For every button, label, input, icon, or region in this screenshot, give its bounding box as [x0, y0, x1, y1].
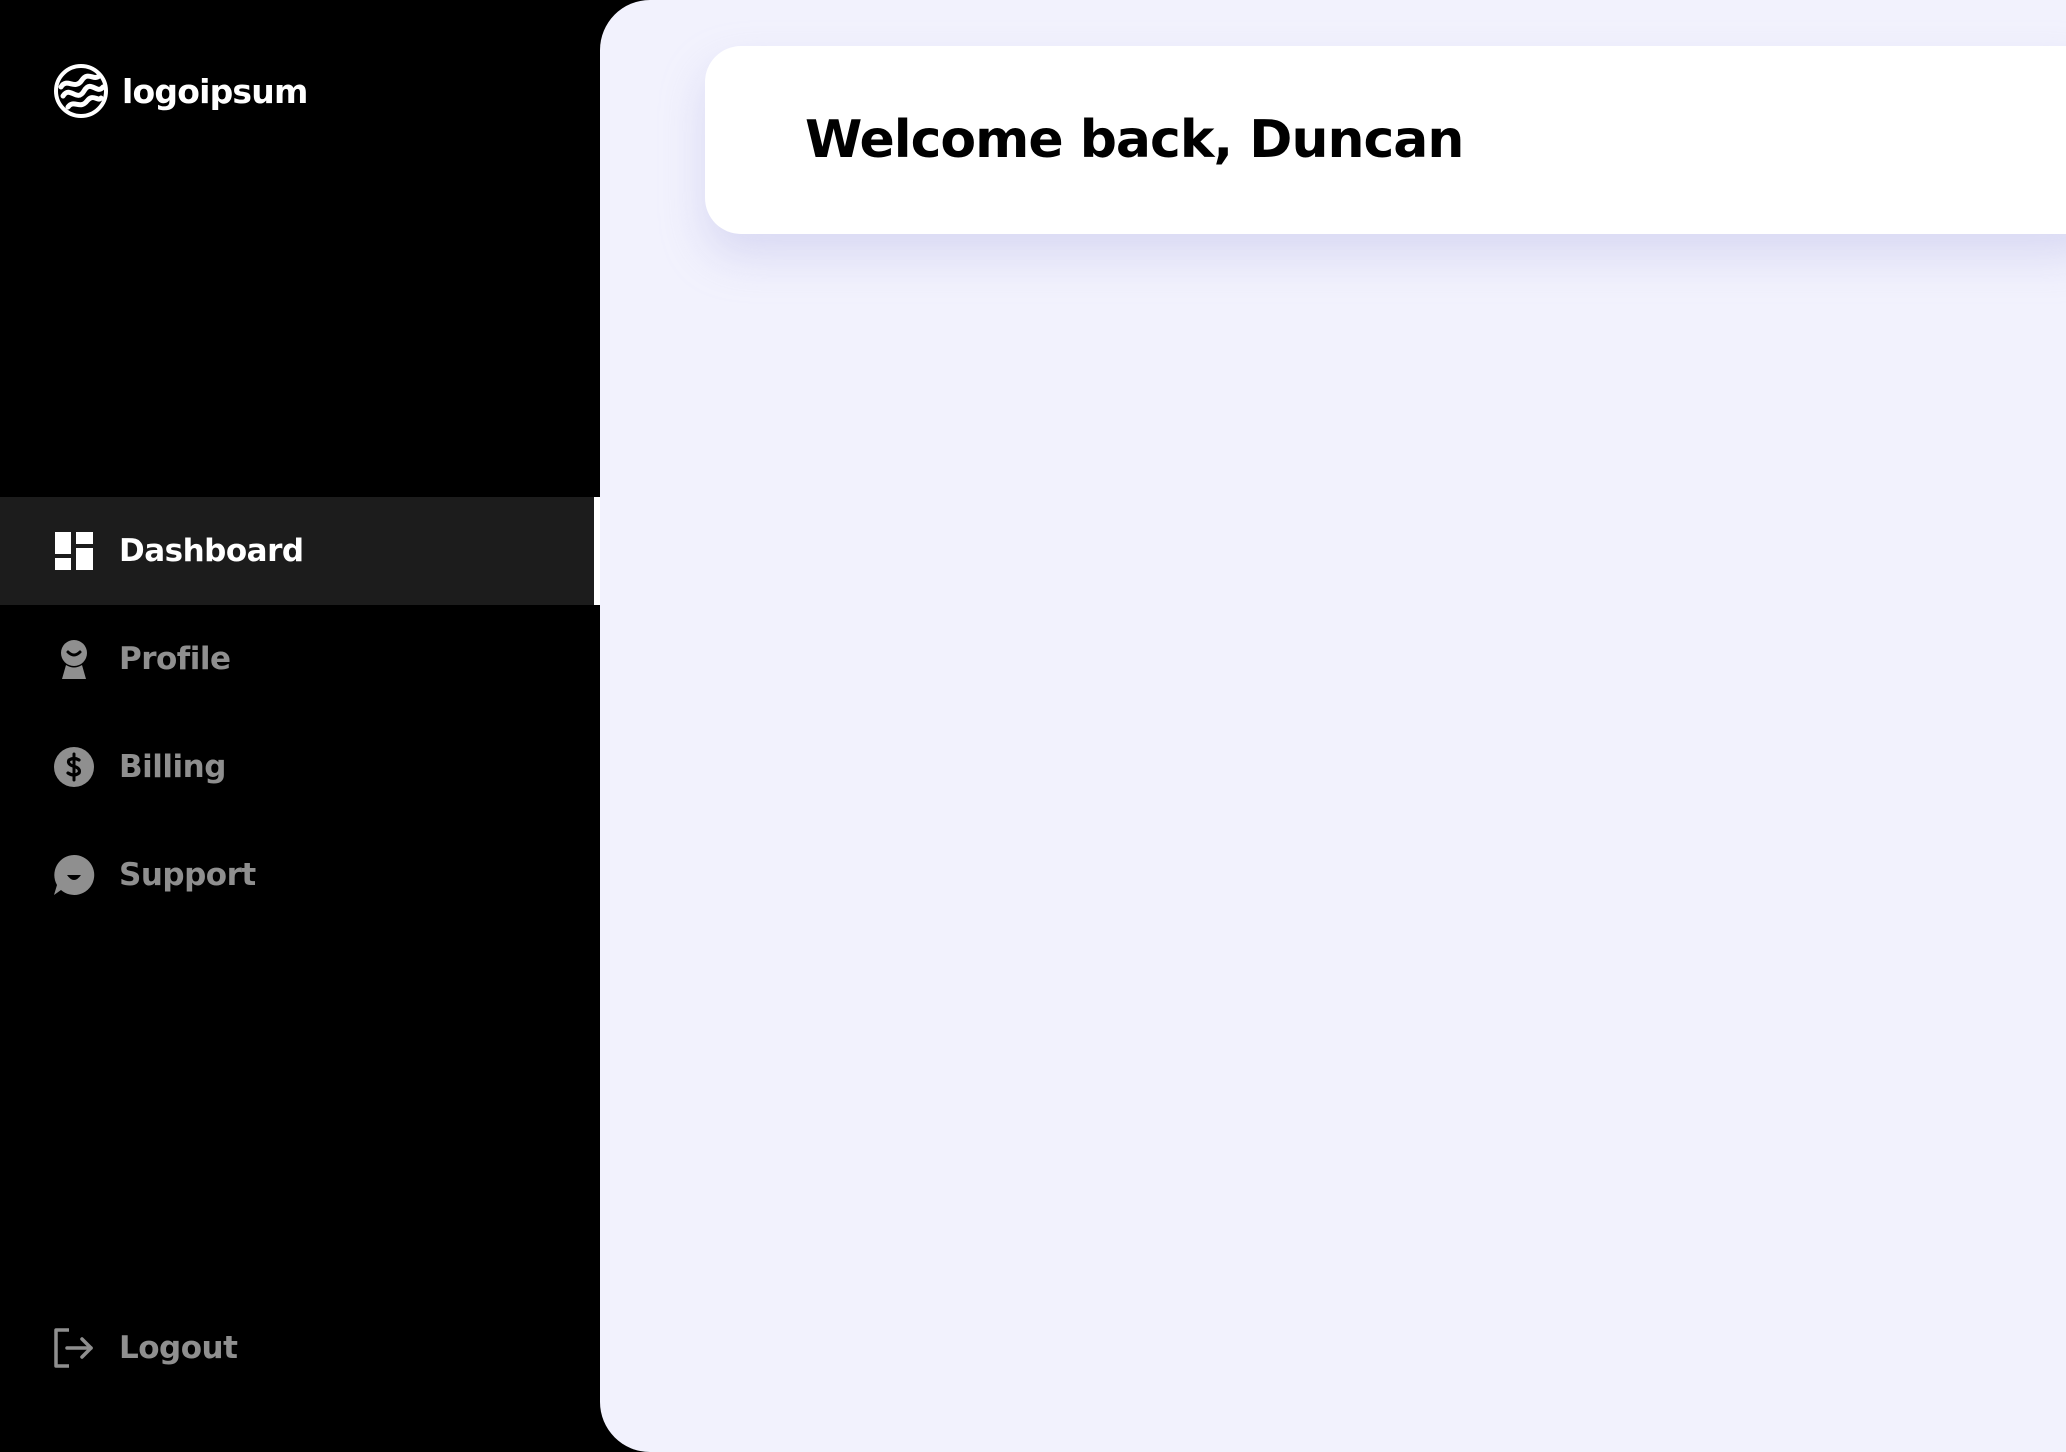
sidebar-item-profile[interactable]: Profile — [0, 605, 600, 713]
billing-icon — [54, 747, 94, 787]
sidebar-item-billing[interactable]: Billing — [0, 713, 600, 821]
sidebar-item-label: Billing — [119, 748, 226, 785]
logout-icon — [54, 1328, 93, 1368]
support-icon — [54, 854, 95, 895]
sidebar-item-dashboard[interactable]: Dashboard — [0, 497, 600, 605]
welcome-card: Welcome back, Duncan — [705, 46, 2066, 234]
sidebar-nav: Dashboard Profile Billing Support — [0, 497, 600, 929]
brand-logo[interactable]: logoipsum — [53, 63, 308, 119]
logout-button[interactable]: Logout — [0, 1294, 600, 1402]
logout-label: Logout — [119, 1329, 238, 1366]
dashboard-icon — [55, 532, 93, 570]
main-content: Welcome back, Duncan — [600, 0, 2066, 1452]
sidebar-item-label: Profile — [119, 640, 231, 677]
page-title: Welcome back, Duncan — [805, 110, 1464, 170]
sidebar: logoipsum Dashboard Profile Billing Supp… — [0, 0, 600, 1452]
logo-mark-icon — [54, 64, 108, 118]
sidebar-item-support[interactable]: Support — [0, 821, 600, 929]
sidebar-item-label: Support — [119, 856, 256, 893]
sidebar-item-label: Dashboard — [119, 532, 304, 569]
brand-name: logoipsum — [122, 71, 308, 111]
profile-icon — [61, 640, 87, 679]
app-window: logoipsum Dashboard Profile Billing Supp… — [0, 0, 2066, 1452]
